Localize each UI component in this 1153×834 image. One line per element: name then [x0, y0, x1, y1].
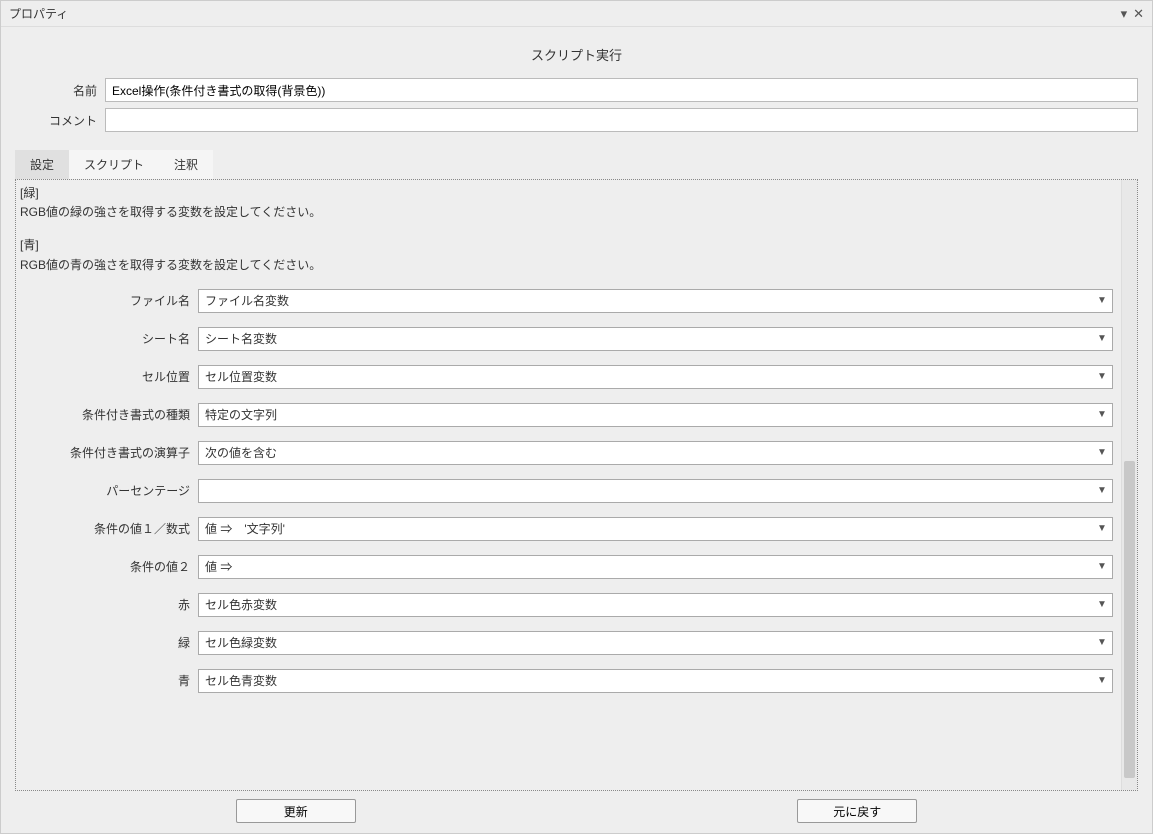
properties-panel: プロパティ ▾ ✕ スクリプト実行 名前 コメント 設定 スクリプト 注釈: [0, 0, 1153, 834]
combo-green[interactable]: セル色緑変数 ▼: [198, 631, 1113, 655]
combo-text-value2: 値 ⇒: [199, 558, 1092, 575]
param-label-filename: ファイル名: [20, 292, 198, 309]
header-fields: 名前 コメント: [15, 78, 1138, 138]
chevron-down-icon: ▼: [1092, 295, 1112, 306]
param-row-filename: ファイル名 ファイル名変数 ▼: [20, 289, 1113, 313]
combo-value2[interactable]: 値 ⇒ ▼: [198, 555, 1113, 579]
param-row-value1: 条件の値１／数式 値 ⇒ '文字列' ▼: [20, 517, 1113, 541]
param-row-operator: 条件付き書式の演算子 次の値を含む ▼: [20, 441, 1113, 465]
name-input[interactable]: [105, 78, 1138, 102]
comment-input[interactable]: [105, 108, 1138, 132]
content: スクリプト実行 名前 コメント 設定 スクリプト 注釈 [緑] RGB値の緑の強…: [1, 27, 1152, 833]
chevron-down-icon: ▼: [1092, 523, 1112, 534]
combo-text-operator: 次の値を含む: [199, 444, 1092, 461]
param-label-green: 緑: [20, 634, 198, 651]
combo-text-sheetname: シート名変数: [199, 330, 1092, 347]
param-label-operator: 条件付き書式の演算子: [20, 444, 198, 461]
dropdown-icon[interactable]: ▾: [1121, 6, 1128, 22]
combo-cellpos[interactable]: セル位置変数 ▼: [198, 365, 1113, 389]
combo-operator[interactable]: 次の値を含む ▼: [198, 441, 1113, 465]
revert-button[interactable]: 元に戻す: [797, 799, 917, 823]
name-row: 名前: [15, 78, 1138, 102]
chevron-down-icon: ▼: [1092, 485, 1112, 496]
chevron-down-icon: ▼: [1092, 333, 1112, 344]
chevron-down-icon: ▼: [1092, 561, 1112, 572]
titlebar-controls: ▾ ✕: [1121, 6, 1144, 22]
section-title: スクリプト実行: [15, 39, 1138, 78]
chevron-down-icon: ▼: [1092, 637, 1112, 648]
desc-label-blue: [青]: [20, 236, 1113, 255]
comment-label: コメント: [15, 112, 105, 129]
param-row-value2: 条件の値２ 値 ⇒ ▼: [20, 555, 1113, 579]
tab-settings[interactable]: 設定: [15, 150, 69, 179]
combo-text-value1: 値 ⇒ '文字列': [199, 520, 1092, 537]
combo-filename[interactable]: ファイル名変数 ▼: [198, 289, 1113, 313]
param-label-value1: 条件の値１／数式: [20, 520, 198, 537]
desc-text-blue: RGB値の青の強さを取得する変数を設定してください。: [20, 256, 1113, 275]
combo-text-format-type: 特定の文字列: [199, 406, 1092, 423]
combo-value1[interactable]: 値 ⇒ '文字列' ▼: [198, 517, 1113, 541]
param-label-sheetname: シート名: [20, 330, 198, 347]
param-label-blue: 青: [20, 672, 198, 689]
chevron-down-icon: ▼: [1092, 447, 1112, 458]
comment-row: コメント: [15, 108, 1138, 132]
chevron-down-icon: ▼: [1092, 599, 1112, 610]
param-row-green: 緑 セル色緑変数 ▼: [20, 631, 1113, 655]
update-button[interactable]: 更新: [236, 799, 356, 823]
combo-format-type[interactable]: 特定の文字列 ▼: [198, 403, 1113, 427]
param-label-red: 赤: [20, 596, 198, 613]
titlebar: プロパティ ▾ ✕: [1, 1, 1152, 27]
scrollbar[interactable]: [1121, 180, 1137, 790]
param-label-percentage: パーセンテージ: [20, 482, 198, 499]
tab-script[interactable]: スクリプト: [69, 150, 159, 179]
param-row-red: 赤 セル色赤変数 ▼: [20, 593, 1113, 617]
button-row: 更新 元に戻す: [15, 791, 1138, 823]
combo-percentage[interactable]: ▼: [198, 479, 1113, 503]
scrollbar-thumb[interactable]: [1124, 461, 1135, 778]
panel-title: プロパティ: [9, 5, 1121, 22]
combo-text-blue: セル色青変数: [199, 672, 1092, 689]
combo-sheetname[interactable]: シート名変数 ▼: [198, 327, 1113, 351]
tab-annotation[interactable]: 注釈: [159, 150, 213, 179]
combo-text-green: セル色緑変数: [199, 634, 1092, 651]
settings-scroll: [緑] RGB値の緑の強さを取得する変数を設定してください。 [青] RGB値の…: [16, 180, 1121, 790]
param-row-blue: 青 セル色青変数 ▼: [20, 669, 1113, 693]
param-label-format-type: 条件付き書式の種類: [20, 406, 198, 423]
settings-panel: [緑] RGB値の緑の強さを取得する変数を設定してください。 [青] RGB値の…: [15, 179, 1138, 791]
param-row-format-type: 条件付き書式の種類 特定の文字列 ▼: [20, 403, 1113, 427]
desc-text-green: RGB値の緑の強さを取得する変数を設定してください。: [20, 203, 1113, 222]
chevron-down-icon: ▼: [1092, 409, 1112, 420]
combo-red[interactable]: セル色赤変数 ▼: [198, 593, 1113, 617]
combo-text-red: セル色赤変数: [199, 596, 1092, 613]
description-blue: [青] RGB値の青の強さを取得する変数を設定してください。: [20, 236, 1113, 274]
tabs: 設定 スクリプト 注釈: [15, 150, 1138, 179]
chevron-down-icon: ▼: [1092, 675, 1112, 686]
combo-text-cellpos: セル位置変数: [199, 368, 1092, 385]
combo-text-filename: ファイル名変数: [199, 292, 1092, 309]
param-row-sheetname: シート名 シート名変数 ▼: [20, 327, 1113, 351]
desc-label-green: [緑]: [20, 184, 1113, 203]
combo-blue[interactable]: セル色青変数 ▼: [198, 669, 1113, 693]
close-icon[interactable]: ✕: [1133, 6, 1144, 22]
description-green: [緑] RGB値の緑の強さを取得する変数を設定してください。: [20, 184, 1113, 222]
name-label: 名前: [15, 82, 105, 99]
param-label-value2: 条件の値２: [20, 558, 198, 575]
param-row-percentage: パーセンテージ ▼: [20, 479, 1113, 503]
param-row-cellpos: セル位置 セル位置変数 ▼: [20, 365, 1113, 389]
chevron-down-icon: ▼: [1092, 371, 1112, 382]
param-label-cellpos: セル位置: [20, 368, 198, 385]
